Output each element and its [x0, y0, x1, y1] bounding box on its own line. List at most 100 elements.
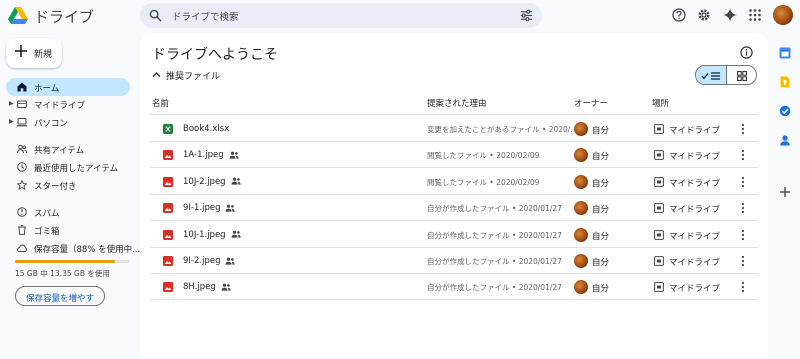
- my-drive-location-icon: [654, 150, 664, 161]
- owner-avatar: [574, 201, 588, 216]
- sidebar-item-trash[interactable]: ゴミ箱: [6, 221, 130, 239]
- owner-name: 自分: [592, 258, 610, 268]
- new-button[interactable]: 新規: [6, 38, 62, 68]
- shared-people-icon: [225, 204, 236, 212]
- suggestion-reason: 閲覧したファイル • 2020/02/09: [427, 177, 540, 187]
- storage-usage-fill: [15, 260, 116, 263]
- search-icon[interactable]: [149, 9, 162, 22]
- sidebar-item-home[interactable]: ホーム: [6, 78, 130, 96]
- file-name[interactable]: 10J-1.jpeg: [183, 230, 241, 240]
- search-input[interactable]: ドライブで検索: [172, 9, 239, 23]
- more-actions-icon[interactable]: [740, 176, 746, 188]
- settings-gear-icon[interactable]: [697, 8, 711, 22]
- file-name-text: 9I-2.jpeg: [183, 256, 221, 266]
- file-row[interactable]: 9I-2.jpeg 自分が作成したファイル • 2020/01/27 自分 マイドライ…: [150, 248, 758, 274]
- add-addon-plus-icon[interactable]: [779, 186, 791, 198]
- file-name[interactable]: 9I-1.jpeg: [183, 203, 236, 213]
- expand-caret-icon[interactable]: ▶: [9, 118, 14, 125]
- drive-logo-icon[interactable]: [8, 7, 28, 25]
- column-header-name[interactable]: 名前: [152, 97, 169, 109]
- search-options-icon[interactable]: [520, 9, 533, 22]
- file-location[interactable]: マイドライブ: [669, 124, 720, 136]
- sidebar-item-shared-with-me[interactable]: 共有アイテム: [6, 140, 130, 158]
- expand-caret-icon[interactable]: ▶: [9, 100, 14, 107]
- info-icon[interactable]: [740, 46, 753, 59]
- file-location[interactable]: マイドライブ: [669, 256, 720, 268]
- file-name[interactable]: 9I-2.jpeg: [183, 256, 236, 266]
- file-location[interactable]: マイドライブ: [669, 203, 720, 215]
- sidebar-item-label: マイドライブ: [34, 101, 86, 111]
- shared-people-icon: [225, 257, 236, 265]
- file-row[interactable]: 10J-1.jpeg 自分が作成したファイル • 2020/01/27 自分 マイドラ…: [150, 222, 758, 248]
- more-actions-icon[interactable]: [740, 255, 746, 267]
- more-actions-icon[interactable]: [740, 229, 746, 241]
- file-name[interactable]: 8H.jpeg: [183, 282, 231, 292]
- get-more-storage-button[interactable]: 保存容量を増やす: [15, 286, 105, 306]
- file-row[interactable]: 9I-1.jpeg 自分が作成したファイル • 2020/01/27 自分 マイドライ…: [150, 195, 758, 222]
- file-location[interactable]: マイドライブ: [669, 282, 720, 294]
- storage-usage-text: 15 GB 中 13.35 GB を使用: [15, 269, 110, 278]
- file-row[interactable]: 10J-2.jpeg 閲覧したファイル • 2020/02/09 自分 マイドライブ: [150, 169, 758, 195]
- app-title[interactable]: ドライブ: [34, 6, 94, 27]
- file-location[interactable]: マイドライブ: [669, 230, 720, 242]
- sidebar-item-starred[interactable]: スター付き: [6, 176, 130, 194]
- chevron-up-icon[interactable]: [152, 70, 161, 79]
- file-name[interactable]: 1A-1.jpeg: [183, 150, 239, 160]
- gemini-sparkle-icon[interactable]: [723, 8, 737, 22]
- more-actions-icon[interactable]: [740, 149, 746, 161]
- apps-grid-icon[interactable]: [748, 8, 762, 22]
- help-icon[interactable]: [672, 8, 686, 22]
- file-name-text: 10J-2.jpeg: [183, 176, 226, 187]
- main-content: ドライブへようこそ 推奨ファイル 名前 提案された理由 オーナー 場所 Book…: [140, 33, 768, 359]
- image-file-icon: [163, 256, 173, 266]
- image-file-icon: [163, 176, 173, 187]
- file-name[interactable]: 10J-2.jpeg: [183, 177, 241, 187]
- column-header-location: 場所: [652, 99, 670, 109]
- owner-name: 自分: [592, 231, 610, 242]
- file-location[interactable]: マイドライブ: [669, 150, 720, 162]
- suggestion-reason: 自分が作成したファイル • 2020/01/27: [427, 230, 562, 240]
- sidebar-item-recent[interactable]: 最近使用したアイテム: [6, 158, 130, 176]
- sidebar-item-label: パソコン: [34, 119, 69, 129]
- file-location[interactable]: マイドライブ: [669, 177, 720, 189]
- get-more-storage-label: 保存容量を増やす: [25, 294, 94, 304]
- view-toggle[interactable]: [695, 65, 757, 85]
- file-row[interactable]: 1A-1.jpeg 閲覧したファイル • 2020/02/09 自分 マイドライブ: [150, 142, 758, 169]
- suggestion-reason: 変更を加えたことがあるファイル • 2020/...: [427, 125, 572, 134]
- image-file-icon: [163, 229, 173, 240]
- shared-people-icon: [229, 151, 239, 159]
- more-actions-icon[interactable]: [740, 123, 746, 135]
- keep-icon[interactable]: [779, 76, 791, 88]
- suggestion-reason: 自分が作成したファイル • 2020/01/27: [427, 204, 562, 214]
- owner-name: 自分: [592, 178, 610, 189]
- owner-avatar: [574, 227, 588, 242]
- calendar-icon[interactable]: [779, 47, 791, 59]
- page-title: ドライブへようこそ: [152, 47, 278, 63]
- tasks-icon[interactable]: [779, 105, 791, 117]
- contacts-icon[interactable]: [779, 134, 791, 146]
- file-row[interactable]: 8H.jpeg 自分が作成したファイル • 2020/01/27 自分 マイドライブ: [150, 274, 758, 301]
- file-name-text: 8H.jpeg: [183, 282, 216, 293]
- file-row[interactable]: Book4.xlsx 変更を加えたことがあるファイル • 2020/... 自分 マイ…: [150, 116, 758, 142]
- clock-icon: [17, 162, 27, 172]
- storage-usage-bar: [15, 260, 129, 263]
- sidebar-item-storage[interactable]: 保存容量（88% を使用中...: [6, 239, 140, 257]
- my-drive-location-icon: [654, 203, 664, 214]
- search-bar[interactable]: ドライブで検索: [140, 3, 542, 28]
- my-drive-location-icon: [654, 282, 664, 293]
- account-avatar[interactable]: [773, 5, 793, 25]
- list-view-button[interactable]: [696, 66, 727, 84]
- sidebar-item-spam[interactable]: スパム: [6, 203, 130, 221]
- more-actions-icon[interactable]: [740, 202, 746, 214]
- file-name[interactable]: Book4.xlsx: [183, 124, 229, 134]
- file-name-text: Book4.xlsx: [183, 124, 230, 134]
- plus-icon: [15, 45, 27, 57]
- file-name-text: 1A-1.jpeg: [183, 150, 224, 161]
- sidebar-item-my-drive[interactable]: ▶ マイドライブ: [6, 95, 130, 113]
- sidebar-item-label: 共有アイテム: [34, 146, 85, 156]
- column-header-owner: オーナー: [574, 99, 609, 109]
- grid-view-button[interactable]: [727, 66, 756, 84]
- more-actions-icon[interactable]: [740, 281, 746, 293]
- sidebar-item-computers[interactable]: ▶ パソコン: [6, 113, 130, 131]
- image-file-icon: [163, 203, 173, 214]
